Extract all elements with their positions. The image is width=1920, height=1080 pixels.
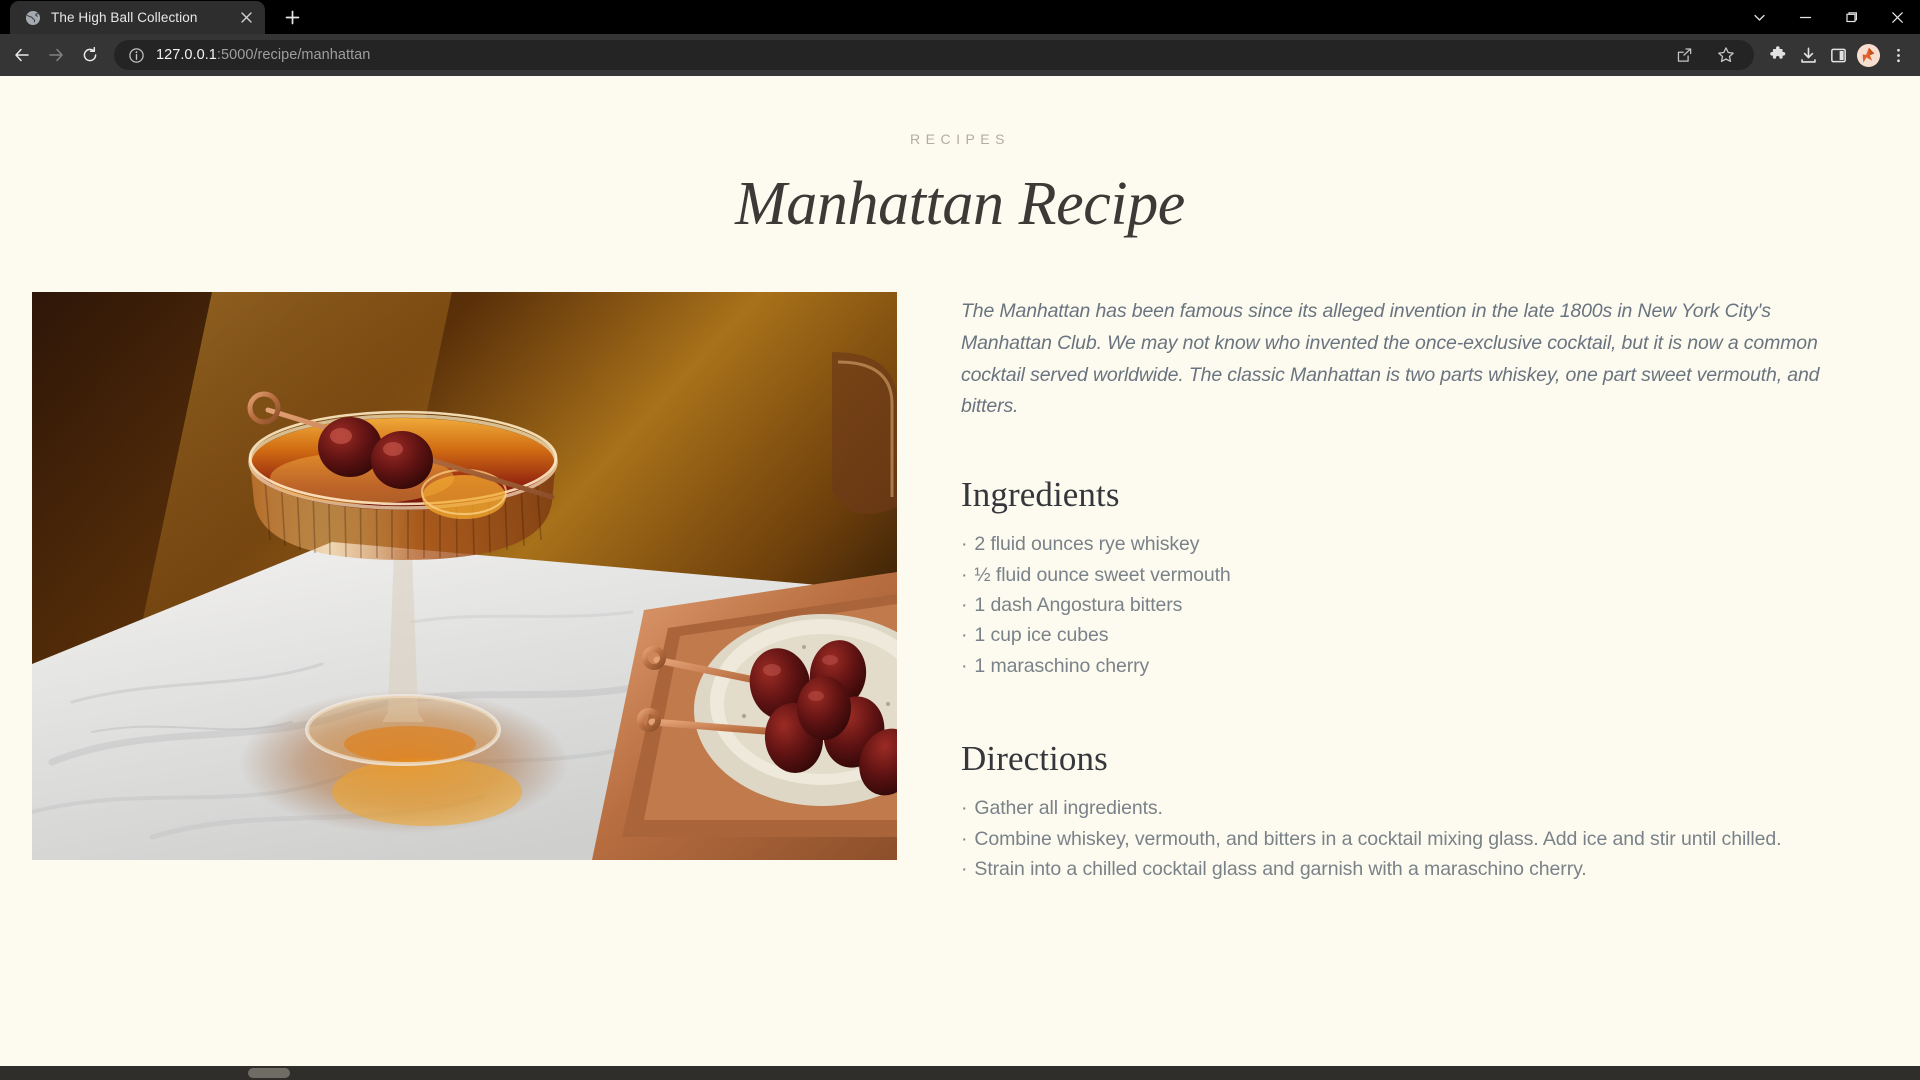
minimize-button[interactable] — [1782, 0, 1828, 34]
bullet-icon: · — [961, 563, 968, 586]
list-item: · 1 cup ice cubes — [961, 620, 1861, 650]
forward-button[interactable] — [40, 39, 72, 71]
direction-text: Combine whiskey, vermouth, and bitters i… — [974, 827, 1782, 850]
bullet-icon: · — [961, 857, 968, 880]
omnibox-actions — [1670, 41, 1742, 69]
ingredient-text: 1 maraschino cherry — [974, 654, 1150, 677]
back-button[interactable] — [6, 39, 38, 71]
extensions-puzzle-icon[interactable] — [1764, 41, 1792, 69]
avatar — [1856, 43, 1880, 67]
share-icon[interactable] — [1670, 41, 1698, 69]
browser-tab[interactable]: The High Ball Collection — [10, 1, 265, 34]
cocktail-photo-illustration — [32, 292, 897, 860]
url-text: 127.0.0.1:5000/recipe/manhattan — [156, 47, 370, 63]
bookmark-star-icon[interactable] — [1712, 41, 1740, 69]
scrollbar-thumb[interactable] — [248, 1068, 290, 1078]
reload-button[interactable] — [74, 39, 106, 71]
list-item: · 2 fluid ounces rye whiskey — [961, 529, 1861, 559]
page-eyebrow: RECIPES — [910, 131, 1010, 147]
side-panel-icon[interactable] — [1824, 41, 1852, 69]
ingredients-heading: Ingredients — [961, 475, 1120, 515]
address-bar[interactable]: 127.0.0.1:5000/recipe/manhattan — [114, 40, 1754, 70]
downloads-icon[interactable] — [1794, 41, 1822, 69]
tab-close-icon[interactable] — [237, 9, 255, 27]
recipe-intro: The Manhattan has been famous since its … — [961, 300, 1820, 418]
bullet-icon: · — [961, 797, 968, 820]
horizontal-scrollbar[interactable] — [0, 1066, 1920, 1080]
ingredient-text: 1 cup ice cubes — [974, 624, 1109, 647]
bullet-icon: · — [961, 654, 968, 677]
list-item: · ½ fluid ounce sweet vermouth — [961, 560, 1861, 590]
direction-text: Gather all ingredients. — [974, 797, 1163, 820]
ingredient-text: ½ fluid ounce sweet vermouth — [974, 563, 1231, 586]
new-tab-button[interactable] — [277, 2, 307, 32]
recipe-page: RECIPES Manhattan Recipe The Manhattan h… — [0, 76, 1920, 884]
directions-heading: Directions — [961, 739, 1108, 779]
window-controls — [1736, 0, 1920, 34]
bullet-icon: · — [961, 593, 968, 616]
list-item: · Gather all ingredients. — [961, 793, 1861, 823]
page-viewport: RECIPES Manhattan Recipe The Manhattan h… — [0, 76, 1920, 1080]
url-host: 127.0.0.1 — [156, 47, 217, 63]
list-item: · 1 maraschino cherry — [961, 651, 1861, 681]
list-item: · Strain into a chilled cocktail glass an… — [961, 854, 1861, 884]
bullet-icon: · — [961, 624, 968, 647]
maximize-button[interactable] — [1828, 0, 1874, 34]
directions-list: · Gather all ingredients. · Combine whiske… — [961, 793, 1861, 884]
page-title: Manhattan Recipe — [735, 170, 1185, 238]
site-info-icon[interactable] — [127, 46, 145, 64]
browser-window: The High Ball Collection 127.0.0.1:5000/… — [0, 0, 1920, 1080]
direction-text: Strain into a chilled cocktail glass and… — [974, 857, 1587, 880]
tab-title: The High Ball Collection — [51, 10, 198, 25]
browser-toolbar: 127.0.0.1:5000/recipe/manhattan — [0, 34, 1920, 76]
url-path: :5000/recipe/manhattan — [216, 47, 371, 63]
bullet-icon: · — [961, 827, 968, 850]
ingredients-list: · 2 fluid ounces rye whiskey · ½ fluid oun… — [961, 529, 1861, 681]
list-item: · 1 dash Angostura bitters — [961, 590, 1861, 620]
profile-avatar[interactable] — [1854, 41, 1882, 69]
ingredient-text: 2 fluid ounces rye whiskey — [974, 533, 1200, 556]
recipe-photo — [32, 292, 897, 860]
globe-favicon — [24, 9, 41, 26]
recipe-content: The Manhattan has been famous since its … — [0, 292, 1920, 884]
recipe-details: The Manhattan has been famous since its … — [961, 292, 1861, 884]
ingredient-text: 1 dash Angostura bitters — [974, 593, 1183, 616]
list-item: · Combine whiskey, vermouth, and bitters … — [961, 824, 1861, 854]
bullet-icon: · — [961, 533, 968, 556]
tab-search-icon[interactable] — [1736, 0, 1782, 34]
chrome-menu-icon[interactable] — [1884, 41, 1912, 69]
tab-strip: The High Ball Collection — [0, 0, 1920, 34]
close-window-button[interactable] — [1874, 0, 1920, 34]
